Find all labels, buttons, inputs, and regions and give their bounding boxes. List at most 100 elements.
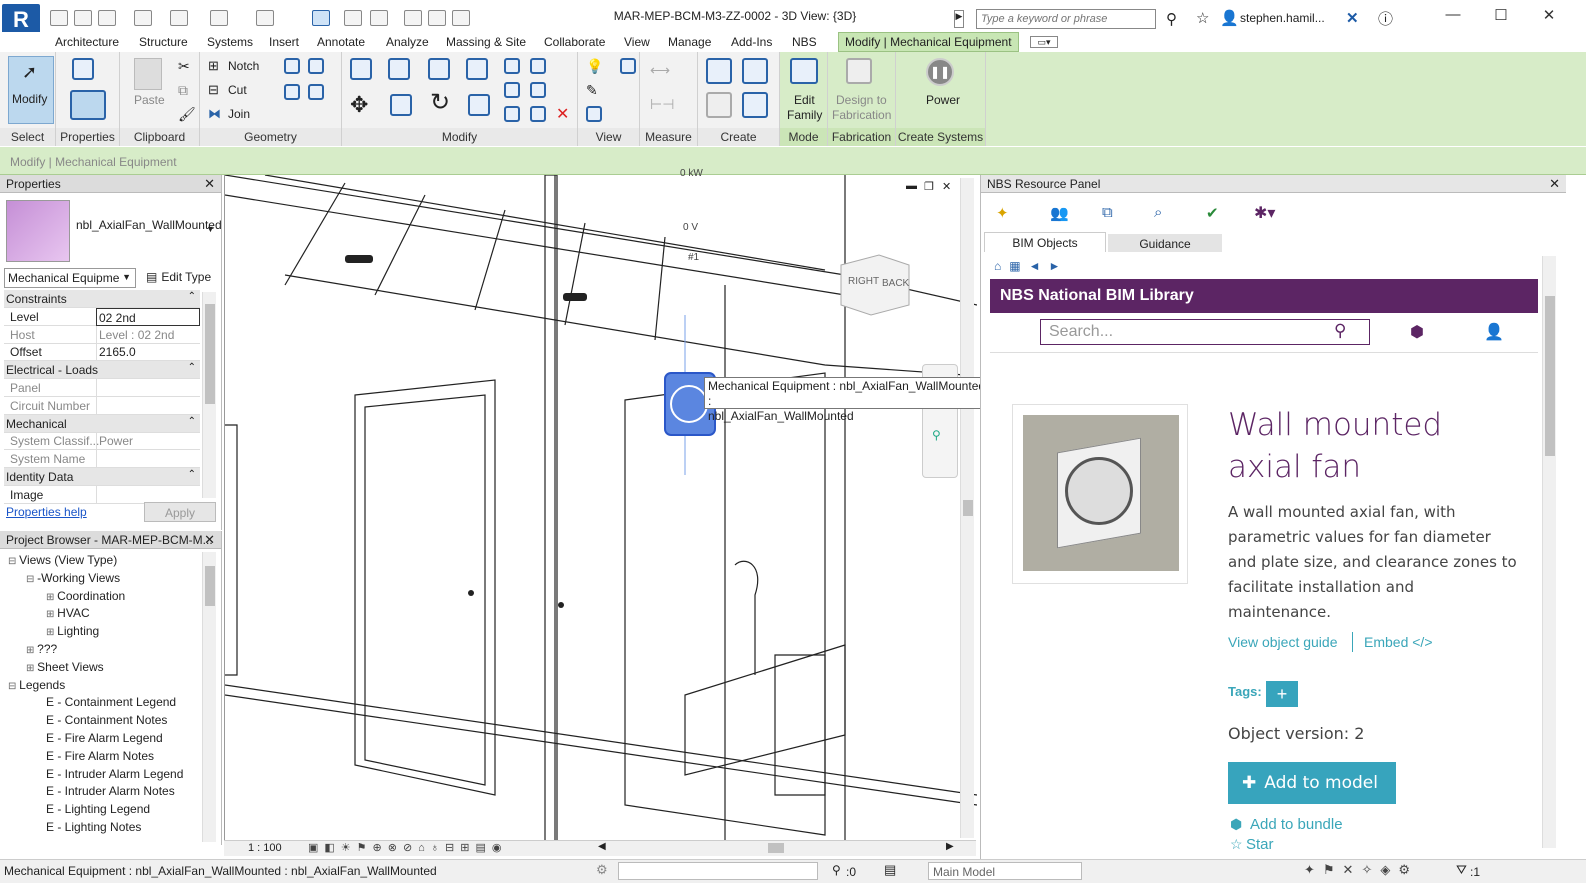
unpin-icon[interactable] xyxy=(530,106,546,122)
nbs-check-icon[interactable]: ✔ xyxy=(1206,204,1219,222)
browser-tree-item[interactable]: E - Lighting Legend xyxy=(46,802,150,816)
tab-structure[interactable]: Structure xyxy=(139,35,188,49)
dimension-icon[interactable]: ⊢⊣ xyxy=(650,96,674,113)
tab-analyze[interactable]: Analyze xyxy=(386,35,429,49)
viewcube-back[interactable]: BACK xyxy=(882,278,909,289)
edit-family-label-2[interactable]: Family xyxy=(787,108,822,122)
save-icon[interactable] xyxy=(74,10,92,26)
nbs-copy-icon[interactable]: ⧉ xyxy=(1102,204,1113,221)
add-tag-button[interactable]: + xyxy=(1266,681,1298,707)
property-value[interactable]: Level : 02 2nd xyxy=(96,325,200,344)
product-image[interactable] xyxy=(1012,404,1188,584)
property-row[interactable]: System Classif... Power xyxy=(4,432,200,451)
nbs-search-input[interactable]: Search... xyxy=(1040,319,1370,345)
property-value[interactable] xyxy=(96,396,200,415)
property-row[interactable]: Level 02 2nd xyxy=(4,307,200,326)
join-button[interactable]: Join xyxy=(228,107,250,121)
nbs-users-icon[interactable]: 👥 xyxy=(1050,204,1069,222)
canvas-hscroll-thumb[interactable] xyxy=(768,843,784,853)
array-icon[interactable] xyxy=(504,82,520,98)
nbs-inspect-icon[interactable]: ⌕ xyxy=(1154,204,1162,221)
search-icon[interactable]: ⚲ xyxy=(1334,321,1346,341)
cut-geometry-icon[interactable]: ⊟ xyxy=(208,82,219,98)
browser-tree-item[interactable]: ⊟ -Working Views xyxy=(26,571,120,585)
nbs-scrollbar[interactable] xyxy=(1542,256,1556,848)
paint-icon[interactable] xyxy=(284,84,300,100)
add-to-model-button[interactable]: ✚ Add to model xyxy=(1228,762,1396,804)
hscroll-left-icon[interactable]: ◀ xyxy=(598,841,606,852)
collapse-group-icon[interactable]: ⌃ xyxy=(188,362,196,373)
expand-toggle-icon[interactable]: ⊞ xyxy=(46,592,57,603)
view-restore-icon[interactable]: ❐ xyxy=(924,180,934,193)
sync-icon[interactable] xyxy=(98,10,116,26)
property-group[interactable]: Mechanical ⌃ xyxy=(4,414,200,433)
property-group[interactable]: Identity Data ⌃ xyxy=(4,468,200,486)
expand-toggle-icon[interactable]: ⊟ xyxy=(26,574,37,585)
cut-scissors-icon[interactable]: ✂ xyxy=(178,58,190,75)
browser-tree-item[interactable]: E - Intruder Alarm Legend xyxy=(46,767,183,781)
tab-modify-mechanical-equipment[interactable]: Modify | Mechanical Equipment xyxy=(838,32,1019,52)
tab-guidance[interactable]: Guidance xyxy=(1108,234,1222,252)
collapse-group-icon[interactable]: ⌃ xyxy=(188,291,196,302)
trim-extend-icon[interactable] xyxy=(468,94,490,116)
trim-multiple-icon[interactable] xyxy=(504,106,520,122)
tab-view[interactable]: View xyxy=(624,35,650,49)
property-value[interactable] xyxy=(96,450,200,469)
properties-scroll-thumb[interactable] xyxy=(205,304,215,404)
tab-manage[interactable]: Manage xyxy=(668,35,711,49)
collapse-group-icon[interactable]: ⌃ xyxy=(188,416,196,427)
hide-icon[interactable]: 💡 xyxy=(586,58,603,75)
view-object-guide-link[interactable]: View object guide xyxy=(1228,634,1337,650)
account-icon[interactable]: 👤 xyxy=(1484,322,1504,342)
demolish-icon[interactable] xyxy=(308,84,324,100)
override-graphics-icon[interactable]: ✎ xyxy=(586,82,598,99)
instance-category-select[interactable]: Mechanical Equipme ▼ xyxy=(4,268,136,288)
tab-massing-site[interactable]: Massing & Site xyxy=(446,35,526,49)
property-row[interactable]: System Name xyxy=(4,450,200,469)
property-value[interactable] xyxy=(96,379,200,397)
collapse-group-icon[interactable]: ⌃ xyxy=(188,469,196,480)
expand-search-icon[interactable]: ▶ xyxy=(954,10,964,28)
property-group[interactable]: Electrical - Loads ⌃ xyxy=(4,361,200,380)
nbs-nav-icons[interactable]: ⌂▦◄► xyxy=(994,259,1068,273)
bundle-icon[interactable]: ⬢ xyxy=(1230,816,1242,833)
create-assembly-icon[interactable] xyxy=(742,58,768,84)
tab-annotate[interactable]: Annotate xyxy=(317,35,365,49)
offset-icon[interactable] xyxy=(388,58,410,80)
selection-filter-icons[interactable]: ✦⚑✕✧◈⚙ xyxy=(1304,862,1418,878)
tab-collaborate[interactable]: Collaborate xyxy=(544,35,605,49)
measure-between-icon[interactable]: ⟷ xyxy=(650,62,670,79)
split-icon[interactable] xyxy=(504,58,520,74)
property-value[interactable]: Power xyxy=(96,432,200,451)
measure-icon[interactable] xyxy=(210,10,228,26)
browser-scroll-thumb[interactable] xyxy=(205,566,215,606)
mirror-axis-icon[interactable] xyxy=(428,58,450,80)
paste-icon[interactable] xyxy=(134,58,162,90)
browser-tree-item[interactable]: E - Lighting Notes xyxy=(46,820,141,834)
rotate-icon[interactable]: ↻ xyxy=(430,88,450,117)
copy-element-icon[interactable] xyxy=(390,94,412,116)
create-similar-icon[interactable] xyxy=(742,92,768,118)
copy-icon[interactable]: ⧉ xyxy=(178,82,188,99)
minimize-button[interactable]: — xyxy=(1438,6,1468,26)
browser-tree-item[interactable]: E - Containment Notes xyxy=(46,713,167,727)
property-row[interactable]: Offset 2165.0 xyxy=(4,343,200,362)
split-face-icon[interactable] xyxy=(308,58,324,74)
zoom-icon[interactable]: ⚲ xyxy=(932,428,941,442)
delete-icon[interactable]: ✕ xyxy=(556,104,569,124)
create-parts-icon[interactable] xyxy=(706,58,732,84)
view-minimize-icon[interactable]: ▬ xyxy=(906,180,917,192)
property-row[interactable]: Panel xyxy=(4,379,200,397)
split-gap-icon[interactable] xyxy=(530,58,546,74)
star-outline-icon[interactable]: ☆ xyxy=(1230,836,1243,853)
browser-tree-item[interactable]: ⊞ HVAC xyxy=(46,606,90,620)
type-selector-name[interactable]: nbl_AxialFan_WallMounted xyxy=(76,218,222,232)
open-icon[interactable] xyxy=(50,10,68,26)
undo-icon[interactable] xyxy=(134,10,152,26)
worksharing-icon[interactable]: ⚙ xyxy=(596,862,608,878)
apply-button[interactable]: Apply xyxy=(144,502,216,522)
cut-button[interactable]: Cut xyxy=(228,83,247,97)
match-properties-icon[interactable]: 🖌 xyxy=(178,106,196,123)
property-value[interactable]: 2165.0 xyxy=(96,343,200,362)
type-properties-icon[interactable] xyxy=(72,58,94,80)
